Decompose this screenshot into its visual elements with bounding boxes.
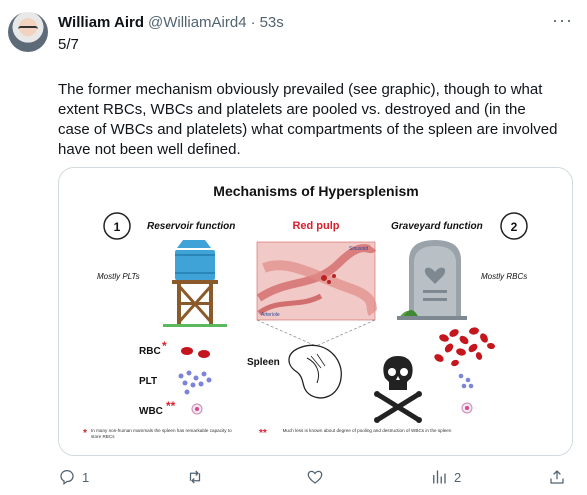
sinusoid-label: Sinusoid (349, 246, 368, 252)
thread-counter: 5/7 (58, 36, 79, 53)
reply-icon (60, 469, 74, 486)
more-options-icon[interactable]: ··· (552, 10, 573, 31)
reply-button[interactable]: 1 (58, 468, 89, 486)
author-name[interactable]: William Aird (58, 14, 144, 31)
footnote-2-wrap: Much less is known about degree of pooli… (282, 428, 452, 433)
wbc-asterisks: ** (166, 399, 176, 413)
timestamp[interactable]: 53s (260, 14, 284, 31)
views-icon (433, 470, 446, 484)
wbc-label: WBC (139, 406, 163, 417)
glasses-detail (18, 26, 38, 32)
mostly-rbcs-label: Mostly RBCs (481, 272, 527, 281)
views-count: 2 (454, 469, 462, 485)
red-pulp-label: Red pulp (292, 220, 339, 232)
separator-dot: · (250, 13, 256, 31)
tweet-body: The former mechanism obviously prevailed… (58, 81, 558, 158)
plt-label: PLT (139, 376, 157, 387)
rbc-cell (198, 350, 210, 358)
footnote-2-asterisks: ** (259, 428, 267, 439)
tweet-actions: 1 2 (58, 468, 571, 488)
footnote-1-asterisk: * (83, 428, 87, 439)
number-1: 1 (114, 220, 121, 234)
tweet-header: William Aird @WilliamAird4 · 53s (58, 12, 547, 32)
red-pulp-histology-image: Sinusoid Arteriole (256, 241, 378, 321)
rbc-label: RBC (139, 346, 161, 357)
footnote-2: Much less is known about degree of pooli… (282, 428, 452, 433)
share-button[interactable] (548, 468, 566, 486)
mostly-plts-label: Mostly PLTs (97, 272, 140, 281)
graveyard-label: Graveyard function (391, 221, 483, 232)
graphic-title: Mechanisms of Hypersplenism (213, 183, 418, 199)
hypersplenism-graphic: Mechanisms of Hypersplenism 1 Reservoir … (59, 168, 572, 455)
retweet-icon (189, 470, 201, 484)
footnote-1: In many non-human mammals the spleen has… (91, 428, 232, 439)
retweet-button[interactable] (186, 468, 210, 486)
like-button[interactable] (306, 468, 330, 486)
reply-count: 1 (82, 469, 90, 485)
like-icon (307, 470, 323, 484)
tweet-text: The former mechanism obviously prevailed… (58, 80, 558, 160)
media-image[interactable]: Mechanisms of Hypersplenism 1 Reservoir … (58, 167, 573, 456)
spleen-label: Spleen (247, 357, 280, 368)
rbc-asterisk: * (162, 339, 167, 353)
rbc-cell (181, 347, 193, 355)
views-button[interactable]: 2 (430, 468, 461, 486)
share-icon (550, 470, 564, 484)
arteriole-label: Arteriole (261, 312, 280, 318)
avatar[interactable] (8, 12, 48, 52)
author-handle[interactable]: @WilliamAird4 (148, 14, 247, 31)
reservoir-label: Reservoir function (147, 221, 235, 232)
footnote-1-wrap: In many non-human mammals the spleen has… (91, 428, 232, 439)
number-2: 2 (511, 220, 518, 234)
